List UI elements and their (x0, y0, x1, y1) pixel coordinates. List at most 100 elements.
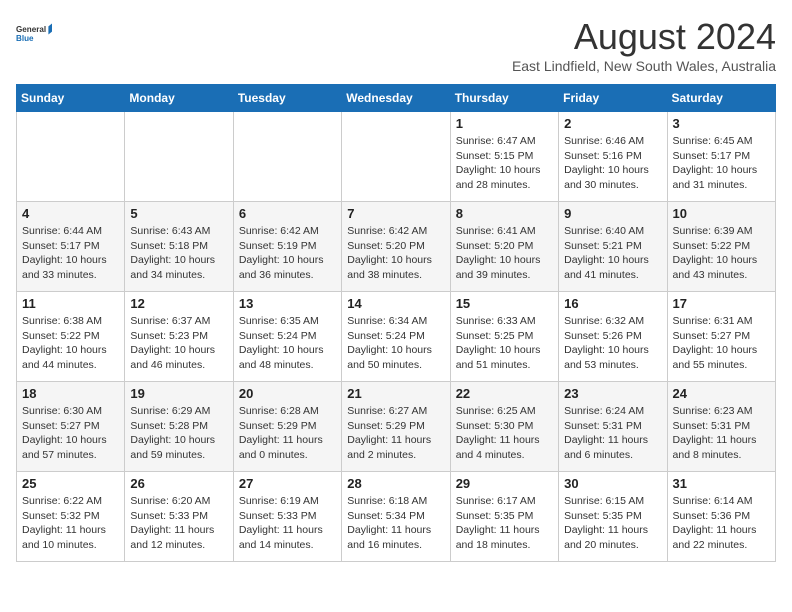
calendar-day-cell: 20 Sunrise: 6:28 AMSunset: 5:29 PMDayligh… (233, 382, 341, 472)
calendar-week-4: 18Sunrise: 6:30 AMSunset: 5:27 PMDayligh… (17, 382, 776, 472)
day-info: Sunrise: 6:46 AMSunset: 5:16 PMDaylight:… (564, 134, 661, 193)
day-number: 6 (239, 206, 336, 221)
day-info: Sunrise: 6:20 AMSunset: 5:33 PMDaylight:… (130, 494, 227, 553)
day-number: 11 (22, 296, 119, 311)
day-number: 15 (456, 296, 553, 311)
day-number: 1 (456, 116, 553, 131)
calendar-week-2: 4 Sunrise: 6:44 AMSunset: 5:17 PMDaylight… (17, 202, 776, 292)
day-info: Sunrise: 6:34 AMSunset: 5:24 PMDaylight:… (347, 314, 444, 373)
day-info: Sunrise: 6:32 AMSunset: 5:26 PMDaylight:… (564, 314, 661, 373)
day-info: Sunrise: 6:42 AMSunset: 5:19 PMDaylight:… (239, 224, 336, 283)
day-info: Sunrise: 6:35 AMSunset: 5:24 PMDaylight:… (239, 314, 336, 373)
calendar-day-cell: 14Sunrise: 6:34 AMSunset: 5:24 PMDayligh… (342, 292, 450, 382)
calendar-week-5: 25 Sunrise: 6:22 AMSunset: 5:32 PMDayligh… (17, 472, 776, 562)
day-number: 4 (22, 206, 119, 221)
calendar-day-cell: 21 Sunrise: 6:27 AMSunset: 5:29 PMDayligh… (342, 382, 450, 472)
weekday-header-sunday: Sunday (17, 85, 125, 112)
day-number: 22 (456, 386, 553, 401)
calendar-day-cell: 10Sunrise: 6:39 AMSunset: 5:22 PMDayligh… (667, 202, 775, 292)
calendar-day-cell: 19 Sunrise: 6:29 AMSunset: 5:28 PMDayligh… (125, 382, 233, 472)
calendar-week-3: 11 Sunrise: 6:38 AMSunset: 5:22 PMDayligh… (17, 292, 776, 382)
day-number: 9 (564, 206, 661, 221)
calendar-day-cell: 30 Sunrise: 6:15 AMSunset: 5:35 PMDayligh… (559, 472, 667, 562)
page-header: General Blue August 2024 East Lindfield,… (16, 16, 776, 74)
calendar-day-cell: 13 Sunrise: 6:35 AMSunset: 5:24 PMDayligh… (233, 292, 341, 382)
day-number: 30 (564, 476, 661, 491)
calendar-day-cell: 11 Sunrise: 6:38 AMSunset: 5:22 PMDayligh… (17, 292, 125, 382)
calendar-day-cell: 15Sunrise: 6:33 AMSunset: 5:25 PMDayligh… (450, 292, 558, 382)
calendar-day-cell: 12 Sunrise: 6:37 AMSunset: 5:23 PMDayligh… (125, 292, 233, 382)
weekday-header-row: SundayMondayTuesdayWednesdayThursdayFrid… (17, 85, 776, 112)
day-info: Sunrise: 6:47 AMSunset: 5:15 PMDaylight:… (456, 134, 553, 193)
day-info: Sunrise: 6:41 AMSunset: 5:20 PMDaylight:… (456, 224, 553, 283)
day-info: Sunrise: 6:44 AMSunset: 5:17 PMDaylight:… (22, 224, 119, 283)
day-number: 12 (130, 296, 227, 311)
day-number: 28 (347, 476, 444, 491)
day-number: 5 (130, 206, 227, 221)
weekday-header-wednesday: Wednesday (342, 85, 450, 112)
day-number: 16 (564, 296, 661, 311)
day-number: 2 (564, 116, 661, 131)
weekday-header-thursday: Thursday (450, 85, 558, 112)
day-info: Sunrise: 6:45 AMSunset: 5:17 PMDaylight:… (673, 134, 770, 193)
day-number: 27 (239, 476, 336, 491)
calendar-day-cell (125, 112, 233, 202)
calendar-day-cell: 27 Sunrise: 6:19 AMSunset: 5:33 PMDayligh… (233, 472, 341, 562)
month-year: August 2024 (512, 16, 776, 58)
calendar-day-cell: 26 Sunrise: 6:20 AMSunset: 5:33 PMDayligh… (125, 472, 233, 562)
day-info: Sunrise: 6:18 AMSunset: 5:34 PMDaylight:… (347, 494, 444, 553)
day-info: Sunrise: 6:31 AMSunset: 5:27 PMDaylight:… (673, 314, 770, 373)
day-info: Sunrise: 6:29 AMSunset: 5:28 PMDaylight:… (130, 404, 227, 463)
weekday-header-monday: Monday (125, 85, 233, 112)
day-number: 21 (347, 386, 444, 401)
day-info: Sunrise: 6:42 AMSunset: 5:20 PMDaylight:… (347, 224, 444, 283)
calendar-day-cell: 7 Sunrise: 6:42 AMSunset: 5:20 PMDaylight… (342, 202, 450, 292)
day-info: Sunrise: 6:38 AMSunset: 5:22 PMDaylight:… (22, 314, 119, 373)
day-number: 8 (456, 206, 553, 221)
day-number: 31 (673, 476, 770, 491)
calendar-day-cell: 8 Sunrise: 6:41 AMSunset: 5:20 PMDaylight… (450, 202, 558, 292)
day-info: Sunrise: 6:14 AMSunset: 5:36 PMDaylight:… (673, 494, 770, 553)
calendar-day-cell: 16 Sunrise: 6:32 AMSunset: 5:26 PMDayligh… (559, 292, 667, 382)
day-number: 25 (22, 476, 119, 491)
weekday-header-friday: Friday (559, 85, 667, 112)
day-number: 23 (564, 386, 661, 401)
day-info: Sunrise: 6:23 AMSunset: 5:31 PMDaylight:… (673, 404, 770, 463)
day-info: Sunrise: 6:27 AMSunset: 5:29 PMDaylight:… (347, 404, 444, 463)
calendar-day-cell: 18Sunrise: 6:30 AMSunset: 5:27 PMDayligh… (17, 382, 125, 472)
weekday-header-tuesday: Tuesday (233, 85, 341, 112)
day-number: 17 (673, 296, 770, 311)
day-info: Sunrise: 6:22 AMSunset: 5:32 PMDaylight:… (22, 494, 119, 553)
day-info: Sunrise: 6:17 AMSunset: 5:35 PMDaylight:… (456, 494, 553, 553)
day-info: Sunrise: 6:28 AMSunset: 5:29 PMDaylight:… (239, 404, 336, 463)
calendar-day-cell: 28 Sunrise: 6:18 AMSunset: 5:34 PMDayligh… (342, 472, 450, 562)
location: East Lindfield, New South Wales, Austral… (512, 58, 776, 74)
calendar-day-cell: 25 Sunrise: 6:22 AMSunset: 5:32 PMDayligh… (17, 472, 125, 562)
day-info: Sunrise: 6:40 AMSunset: 5:21 PMDaylight:… (564, 224, 661, 283)
day-number: 3 (673, 116, 770, 131)
day-number: 20 (239, 386, 336, 401)
day-info: Sunrise: 6:30 AMSunset: 5:27 PMDaylight:… (22, 404, 119, 463)
day-number: 10 (673, 206, 770, 221)
day-number: 19 (130, 386, 227, 401)
day-info: Sunrise: 6:15 AMSunset: 5:35 PMDaylight:… (564, 494, 661, 553)
logo-icon: General Blue (16, 16, 52, 52)
calendar-table: SundayMondayTuesdayWednesdayThursdayFrid… (16, 84, 776, 562)
calendar-day-cell: 1 Sunrise: 6:47 AMSunset: 5:15 PMDaylight… (450, 112, 558, 202)
day-number: 13 (239, 296, 336, 311)
logo: General Blue (16, 16, 52, 52)
day-number: 26 (130, 476, 227, 491)
day-info: Sunrise: 6:37 AMSunset: 5:23 PMDaylight:… (130, 314, 227, 373)
calendar-day-cell: 5 Sunrise: 6:43 AMSunset: 5:18 PMDaylight… (125, 202, 233, 292)
calendar-day-cell: 17 Sunrise: 6:31 AMSunset: 5:27 PMDayligh… (667, 292, 775, 382)
day-info: Sunrise: 6:19 AMSunset: 5:33 PMDaylight:… (239, 494, 336, 553)
calendar-day-cell: 22 Sunrise: 6:25 AMSunset: 5:30 PMDayligh… (450, 382, 558, 472)
calendar-day-cell (233, 112, 341, 202)
calendar-day-cell: 2 Sunrise: 6:46 AMSunset: 5:16 PMDaylight… (559, 112, 667, 202)
calendar-day-cell: 9 Sunrise: 6:40 AMSunset: 5:21 PMDaylight… (559, 202, 667, 292)
day-number: 7 (347, 206, 444, 221)
day-info: Sunrise: 6:25 AMSunset: 5:30 PMDaylight:… (456, 404, 553, 463)
calendar-day-cell: 3 Sunrise: 6:45 AMSunset: 5:17 PMDaylight… (667, 112, 775, 202)
day-number: 24 (673, 386, 770, 401)
day-info: Sunrise: 6:43 AMSunset: 5:18 PMDaylight:… (130, 224, 227, 283)
